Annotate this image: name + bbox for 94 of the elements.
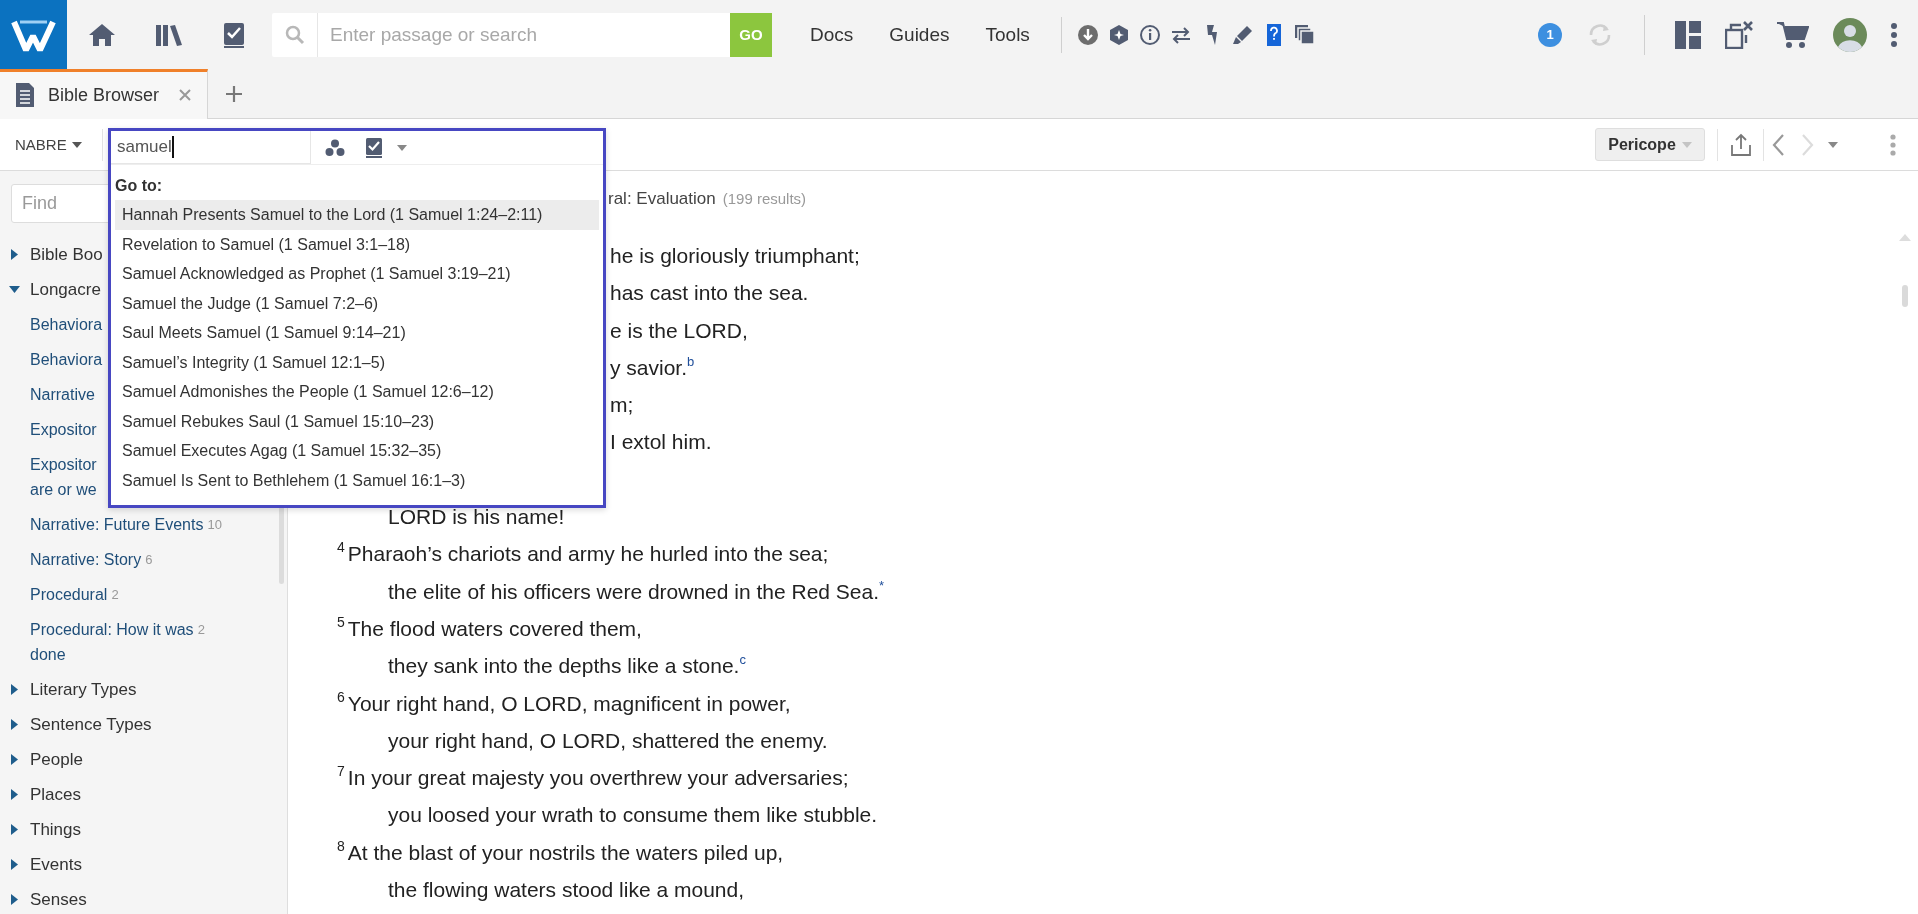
tree-link[interactable]: Expositor are or we (30, 452, 97, 502)
hexagon-star-icon[interactable] (1107, 23, 1130, 46)
tree-link[interactable]: Procedural: How it was done (30, 617, 194, 667)
verse-line: $^{5}$ The flood waters covered them, (337, 612, 642, 642)
tree-item[interactable]: Sentence Types (30, 714, 152, 735)
tree-link[interactable]: Narrative: Future Events (30, 512, 204, 537)
tree-item[interactable]: Bible Boo (30, 244, 103, 265)
highlighter-icon[interactable] (1231, 23, 1254, 46)
item-count: 6 (145, 551, 153, 569)
nav-menu-item[interactable]: Docs (810, 23, 854, 46)
more-options-icon[interactable] (1891, 22, 1897, 47)
share-icon[interactable] (1730, 132, 1752, 157)
verse-line: the flowing waters stood like a mound, (388, 877, 745, 904)
scrollbar-thumb[interactable] (1902, 285, 1908, 307)
verse-line: the elite of his officers were drowned in the Red Sea.$^{*}$ (388, 576, 885, 605)
suggestion-item[interactable]: Hannah Presents Samuel to the Lord (1 Samuel 1:24–2:11) (115, 200, 599, 230)
three-dots-cluster-icon[interactable] (325, 138, 345, 157)
verse-line: $^{8}$ At the blast of your nostrils the waters piled up, (337, 836, 784, 866)
tree-item[interactable]: Literary Types (30, 679, 137, 700)
verse-line: e is the LORD, (610, 317, 748, 344)
search-field[interactable]: Enter passage or search (272, 12, 730, 57)
suggestion-item[interactable]: Samuel Acknowledged as Prophet (1 Samuel 3:19–21) (115, 259, 599, 289)
info-icon[interactable] (1138, 23, 1161, 46)
suggestion-item[interactable]: Revelation to Samuel (1 Samuel 3:1–18) (115, 229, 599, 259)
document-icon (16, 83, 34, 107)
disclosure-triangle-icon[interactable] (11, 894, 18, 905)
disclosure-triangle-icon[interactable] (11, 789, 18, 800)
tree-item[interactable]: Events (30, 854, 82, 875)
home-icon[interactable] (89, 22, 115, 47)
tree-link[interactable]: Narrative: Story (30, 547, 142, 572)
verse-line: m; (610, 392, 634, 419)
library-icon[interactable] (155, 22, 183, 47)
plus-icon[interactable] (225, 84, 243, 103)
tree-link[interactable]: Behaviora (30, 312, 103, 337)
tree-link[interactable]: Behaviora (30, 347, 103, 372)
avatar[interactable] (1833, 17, 1867, 52)
download-icon[interactable] (1076, 23, 1099, 46)
verse-line: $^{7}$ In your great majesty you overthrew your adversaries; (337, 762, 849, 792)
verse-line: I extol him. (610, 429, 712, 456)
suggestion-item[interactable]: Saul Meets Samuel (1 Samuel 9:14–21) (115, 318, 599, 348)
search-input[interactable]: samuel (111, 131, 311, 164)
section-label: Go to: (115, 176, 164, 196)
nav-menu-item[interactable]: Guides (889, 23, 950, 46)
item-count: 2 (197, 621, 205, 639)
verse-line: $^{6}$ Your right hand, O LORD, magnificent in power, (337, 687, 791, 717)
tree-item[interactable]: Things (30, 819, 82, 840)
item-count: 2 (111, 586, 119, 604)
checklist-icon[interactable] (365, 137, 383, 158)
results-heading: ral: Evaluation (608, 189, 716, 209)
item-count: 10 (207, 516, 222, 534)
disclosure-triangle-icon[interactable] (9, 286, 20, 293)
verse-line: LORD is his name! (388, 504, 565, 531)
suggestion-item[interactable]: Samuel Executes Agag (1 Samuel 15:32–35) (115, 436, 599, 466)
disclosure-triangle-icon[interactable] (11, 754, 18, 765)
verse-line: you loosed your wrath to consume them like stubble. (388, 802, 878, 829)
verse-line: has cast into the sea. (610, 280, 809, 307)
app-logo[interactable] (0, 0, 67, 69)
layout-icon[interactable] (1675, 20, 1701, 49)
tree-link[interactable]: Expositor (30, 417, 97, 442)
tree-item[interactable]: Places (30, 784, 82, 805)
disclosure-triangle-icon[interactable] (11, 824, 18, 835)
close-icon[interactable] (179, 89, 191, 101)
caret-icon[interactable] (71, 141, 82, 148)
nav-menu-item[interactable]: Tools (985, 23, 1030, 46)
disclosure-triangle-icon[interactable] (11, 249, 18, 260)
disclosure-triangle-icon[interactable] (11, 719, 18, 730)
tree-item[interactable]: Senses (30, 889, 87, 910)
suggestion-item[interactable]: Samuel’s Integrity (1 Samuel 12:1–5) (115, 347, 599, 377)
tree-item[interactable]: People (30, 749, 83, 770)
verse-line: he is gloriously triumphant; (610, 243, 860, 269)
caret-icon[interactable] (397, 144, 407, 151)
suggestion-item[interactable]: Samuel Rebukes Saul (1 Samuel 15:10–23) (115, 406, 599, 436)
verse-line: $^{4}$ Pharaoh’s chariots and army he hurled into the sea; (337, 538, 829, 568)
verse-line: y savior.$^{b}$ (610, 352, 695, 381)
copy-icon[interactable] (1293, 23, 1316, 46)
panel-close-icon[interactable] (1725, 20, 1753, 49)
search-icon (285, 24, 305, 45)
suggestion-item[interactable]: Samuel Is Sent to Bethlehem (1 Samuel 16:1–3) (115, 465, 599, 495)
view-dropdown[interactable]: Pericope (1595, 128, 1705, 161)
tree-item[interactable]: Longacre (30, 279, 101, 300)
disclosure-triangle-icon[interactable] (11, 684, 18, 695)
tab[interactable]: Bible Browser (0, 68, 208, 119)
version-dropdown[interactable]: NABRE (9, 132, 88, 157)
tree-link[interactable]: Narrative (30, 382, 95, 407)
checklist-icon[interactable] (223, 21, 245, 48)
suggestion-item[interactable]: Samuel the Judge (1 Samuel 7:2–6) (115, 288, 599, 318)
disclosure-triangle-icon[interactable] (11, 859, 18, 870)
result-count: (199 results) (722, 190, 807, 207)
verse-line: your right hand, O LORD, shattered the enemy. (388, 727, 828, 754)
suggestion-item[interactable]: Samuel Admonishes the People (1 Samuel 12:6–12) (115, 377, 599, 407)
tree-link[interactable]: Procedural (30, 582, 108, 607)
caret-icon[interactable] (1828, 141, 1838, 148)
cart-icon[interactable] (1777, 20, 1809, 49)
verse-line: they sank into the depths like a stone.$^{c}$ (388, 651, 746, 680)
